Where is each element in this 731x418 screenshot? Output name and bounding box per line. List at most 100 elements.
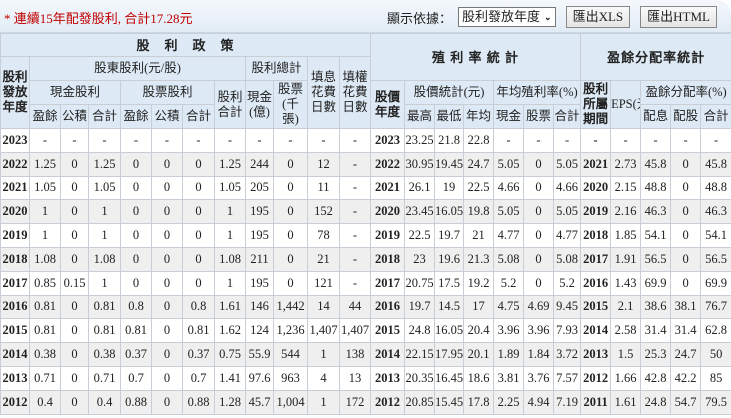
table-cell: 13 xyxy=(338,365,372,391)
table-cell: 38.6 xyxy=(640,294,672,320)
table-cell: 1 xyxy=(214,199,246,225)
header-eps: EPS(元) xyxy=(610,80,642,129)
table-cell: 0 xyxy=(120,175,152,201)
year-cell: 2011 xyxy=(580,389,612,415)
header-price-year: 股價年度 xyxy=(370,80,406,129)
year-cell: 2012 xyxy=(370,389,406,415)
export-html-button[interactable]: 匯出HTML xyxy=(640,6,717,28)
table-cell: - xyxy=(700,128,731,153)
year-cell: 2022 xyxy=(370,151,406,177)
table-row: 2023- - - - - - - - - - -2023 23.25 21.8 22.8- - - - - - - - xyxy=(0,128,731,153)
table-cell: 0 xyxy=(60,246,89,272)
table-cell: - xyxy=(338,270,372,296)
header-cash-dividend: 現金股利 xyxy=(29,80,121,105)
table-cell: - xyxy=(182,128,215,153)
table-cell: 146 xyxy=(245,294,274,320)
table-cell: 20.75 xyxy=(404,270,436,296)
table-cell: 0.4 xyxy=(88,389,121,415)
header-cash-reserve: 公積 xyxy=(60,104,89,129)
header-dividend-policy: 股 利 政 策 xyxy=(0,33,372,57)
table-cell: - xyxy=(214,128,246,153)
header-payout-ratio: 盈餘分配率(%) xyxy=(640,80,731,105)
table-cell: - xyxy=(151,128,183,153)
table-cell: 152 xyxy=(307,199,340,225)
table-cell: 21 xyxy=(307,246,340,272)
table-cell: 0.81 xyxy=(120,318,152,344)
table-cell: 17.8 xyxy=(463,389,495,415)
year-cell: 2020 xyxy=(580,175,612,201)
year-cell: 2019 xyxy=(580,199,612,225)
header-cash-sum: 合計 xyxy=(88,104,121,129)
year-cell: 2021 xyxy=(580,151,612,177)
export-xls-button[interactable]: 匯出XLS xyxy=(565,6,631,28)
table-cell: - xyxy=(307,128,340,153)
table-cell: 16.05 xyxy=(434,199,465,225)
table-cell: 1.84 xyxy=(523,342,555,367)
table-cell: 205 xyxy=(245,175,274,201)
table-cell: 4.69 xyxy=(523,294,555,320)
table-cell: 0 xyxy=(120,199,152,225)
table-cell: 19.8 xyxy=(463,199,495,225)
table-cell: 0.81 xyxy=(182,318,215,344)
table-cell: 0 xyxy=(523,223,555,248)
table-cell: 3.96 xyxy=(493,318,525,344)
table-cell: 42.8 xyxy=(640,365,672,391)
display-by-select[interactable]: 股利發放年度 ⌄ xyxy=(458,7,556,27)
table-cell: 0 xyxy=(151,294,183,320)
table-cell: 244 xyxy=(245,151,274,177)
toolbar: * 連續15年配發股利, 合計17.28元 顯示依據： 股利發放年度 ⌄ 匯出X… xyxy=(0,0,731,33)
table-cell: 1.05 xyxy=(88,175,121,201)
table-cell: 76.7 xyxy=(700,294,731,320)
year-cell: 2015 xyxy=(370,318,406,344)
table-cell: 0 xyxy=(670,223,702,248)
table-cell: 1.05 xyxy=(214,175,246,201)
header-stock-earnings: 盈餘 xyxy=(120,104,152,129)
table-cell: 19.7 xyxy=(434,223,465,248)
table-cell: 0 xyxy=(273,199,308,225)
table-cell: - xyxy=(245,128,274,153)
year-cell: 2017 xyxy=(580,246,612,272)
table-cell: 30.95 xyxy=(404,151,436,177)
year-cell: 2023 xyxy=(370,128,406,153)
table-cell: - xyxy=(610,128,642,153)
table-cell: 195 xyxy=(245,270,274,296)
year-cell: 2014 xyxy=(370,342,406,367)
table-cell: 0 xyxy=(60,151,89,177)
header-pay-dividend: 配息 xyxy=(640,104,672,129)
table-cell: - xyxy=(640,128,672,153)
year-cell: 2017 xyxy=(370,270,406,296)
year-cell: 2022 xyxy=(0,151,30,177)
table-cell: 0 xyxy=(182,246,215,272)
table-cell: 44 xyxy=(338,294,372,320)
table-cell: 0 xyxy=(523,246,555,272)
table-cell: 0.38 xyxy=(29,342,61,367)
table-cell: 0.81 xyxy=(88,318,121,344)
header-stock-reserve: 公積 xyxy=(151,104,183,129)
table-cell: 9.45 xyxy=(553,294,582,320)
table-cell: 963 xyxy=(273,365,308,391)
table-cell: 0 xyxy=(151,365,183,391)
table-cell: 0 xyxy=(182,199,215,225)
table-row: 2018 1.08 0 1.08 0 0 0 1.08 211 0 21-2018 23 19.6 21.… xyxy=(0,246,731,272)
table-cell: 21.8 xyxy=(434,128,465,153)
header-stock-dividend: 股票股利 xyxy=(120,80,215,105)
table-cell: 0 xyxy=(151,342,183,367)
header-cash-100m: 現金(億) xyxy=(245,80,274,129)
table-cell: 1.91 xyxy=(610,246,642,272)
table-cell: 0.88 xyxy=(120,389,152,415)
table-cell: 1 xyxy=(307,389,340,415)
table-cell: 0 xyxy=(523,199,555,225)
table-cell: 7.57 xyxy=(553,365,582,391)
table-row: 2015 0.81 0 0.81 0.81 0 0.81 1.62 124 1,236 1,407 1… xyxy=(0,318,731,344)
table-cell: 0 xyxy=(60,223,89,248)
table-cell: 45.8 xyxy=(700,151,731,177)
table-cell: 1.89 xyxy=(493,342,525,367)
table-cell: 7.93 xyxy=(553,318,582,344)
table-cell: - xyxy=(60,128,89,153)
table-cell: 1.85 xyxy=(610,223,642,248)
table-cell: 0 xyxy=(60,294,89,320)
year-cell: 2017 xyxy=(0,270,30,296)
table-cell: 48.8 xyxy=(700,175,731,201)
table-cell: 5.05 xyxy=(493,199,525,225)
table-cell: 3.96 xyxy=(523,318,555,344)
